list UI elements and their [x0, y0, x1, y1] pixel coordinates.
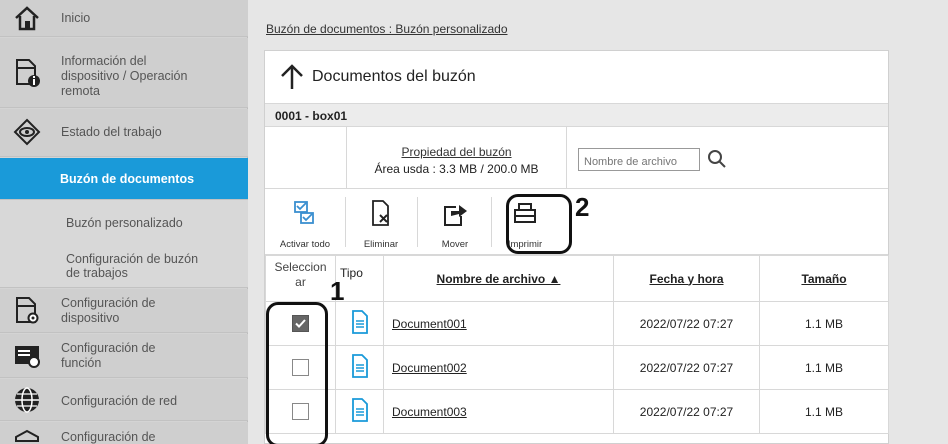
function-settings-icon [12, 341, 42, 371]
size-cell: 1.1 MB [759, 345, 889, 390]
sidebar-item-job-status[interactable]: Estado del trabajo [0, 109, 248, 157]
sidebar-item-custom-box[interactable]: Buzón personalizado [0, 200, 248, 246]
move-button[interactable]: Mover [423, 189, 487, 255]
sidebar-item-label: Buzón personalizado [66, 216, 183, 230]
document-icon [351, 398, 369, 425]
datetime-cell: 2022/07/22 07:27 [613, 345, 760, 390]
shield-icon [12, 426, 42, 444]
sidebar-item-network-config[interactable]: Configuración de red [0, 379, 248, 421]
info-bar: Propiedad del buzón Área usda : 3.3 MB /… [265, 127, 888, 189]
document-icon [351, 310, 369, 337]
box-usage: Área usda : 3.3 MB / 200.0 MB [374, 162, 539, 176]
sidebar-item-label: Buzón de documentos [60, 172, 195, 186]
datetime-cell: 2022/07/22 07:27 [613, 389, 760, 434]
delete-button[interactable]: Eliminar [349, 189, 413, 255]
document-table: Seleccion ar Tipo Nombre de archivo ▲ Fe… [265, 255, 889, 434]
sidebar-item-label: Configuración de dispositivo [61, 296, 156, 325]
annotation-highlight-print [506, 194, 572, 254]
info-cell-property: Propiedad del buzón Área usda : 3.3 MB /… [347, 127, 567, 189]
sidebar-item-device-info[interactable]: Información del dispositivo / Operación … [0, 38, 248, 108]
select-all-button[interactable]: Activar todo [269, 189, 341, 255]
delete-document-icon [368, 199, 394, 227]
document-link[interactable]: Document003 [384, 405, 467, 419]
column-header-size[interactable]: Tamaño [759, 255, 889, 302]
column-header-select: Seleccion ar [265, 255, 336, 302]
document-link[interactable]: Document001 [384, 317, 467, 331]
toolbar-divider [491, 197, 492, 247]
sidebar-item-label: Inicio [61, 11, 91, 25]
filename-cell: Document003 [383, 389, 614, 434]
table-row: Document003 2022/07/22 07:27 1.1 MB [265, 389, 889, 434]
document-panel: Documentos del buzón 0001 - box01 Propie… [264, 50, 889, 444]
move-icon [442, 199, 468, 227]
globe-icon [12, 385, 42, 415]
home-icon [12, 3, 42, 33]
page-title: Documentos del buzón [312, 68, 476, 85]
type-cell [335, 389, 384, 434]
sidebar-item-inicio[interactable]: Inicio [0, 0, 248, 37]
panel-header: Documentos del buzón [265, 51, 888, 103]
table-row: Document001 2022/07/22 07:27 1.1 MB [265, 301, 889, 346]
arrow-up-icon[interactable] [279, 63, 305, 91]
sidebar: Inicio Información del dispositivo / Ope… [0, 0, 248, 444]
annotation-number-2: 2 [575, 192, 590, 222]
size-cell: 1.1 MB [759, 301, 889, 346]
search-input[interactable] [578, 148, 700, 171]
table-header: Seleccion ar Tipo Nombre de archivo ▲ Fe… [265, 255, 889, 302]
device-settings-icon [12, 296, 42, 326]
sidebar-item-label: Configuración de [61, 430, 156, 444]
column-header-filename[interactable]: Nombre de archivo ▲ [383, 255, 614, 302]
annotation-highlight-checkboxes [266, 302, 328, 444]
select-all-icon [292, 199, 318, 227]
sidebar-item-security-config[interactable]: Configuración de [0, 422, 248, 444]
type-cell [335, 345, 384, 390]
breadcrumb[interactable]: Buzón de documentos : Buzón personalizad… [266, 22, 508, 36]
main-content: Buzón de documentos : Buzón personalizad… [249, 0, 948, 444]
sidebar-item-label: Estado del trabajo [61, 125, 162, 139]
document-icon [351, 354, 369, 381]
info-cell-empty [265, 127, 347, 189]
search-icon[interactable] [707, 149, 727, 169]
table-row: Document002 2022/07/22 07:27 1.1 MB [265, 345, 889, 390]
sidebar-item-function-config[interactable]: Configuración de función [0, 334, 248, 378]
sidebar-item-device-config[interactable]: Configuración de dispositivo [0, 289, 248, 333]
sidebar-item-label: Configuración de red [61, 394, 178, 408]
sidebar-item-label: Configuración de función [61, 341, 156, 370]
filename-cell: Document002 [383, 345, 614, 390]
sidebar-item-job-box-config[interactable]: Configuración de buzón de trabajos [0, 246, 248, 288]
datetime-cell: 2022/07/22 07:27 [613, 301, 760, 346]
sidebar-item-label: Información del dispositivo / Operación … [61, 54, 188, 98]
size-cell: 1.1 MB [759, 389, 889, 434]
filename-cell: Document001 [383, 301, 614, 346]
sidebar-item-label: Configuración de buzón de trabajos [66, 252, 199, 280]
eye-icon [12, 117, 42, 147]
box-property-link[interactable]: Propiedad del buzón [347, 145, 566, 159]
document-link[interactable]: Document002 [384, 361, 467, 375]
toolbar-divider [345, 197, 346, 247]
column-header-datetime[interactable]: Fecha y hora [613, 255, 760, 302]
type-cell [335, 301, 384, 346]
box-id: 0001 - box01 [265, 103, 888, 127]
device-info-icon [12, 58, 42, 88]
sidebar-item-document-box[interactable]: Buzón de documentos [0, 158, 248, 200]
annotation-number-1: 1 [330, 276, 345, 306]
toolbar-divider [417, 197, 418, 247]
